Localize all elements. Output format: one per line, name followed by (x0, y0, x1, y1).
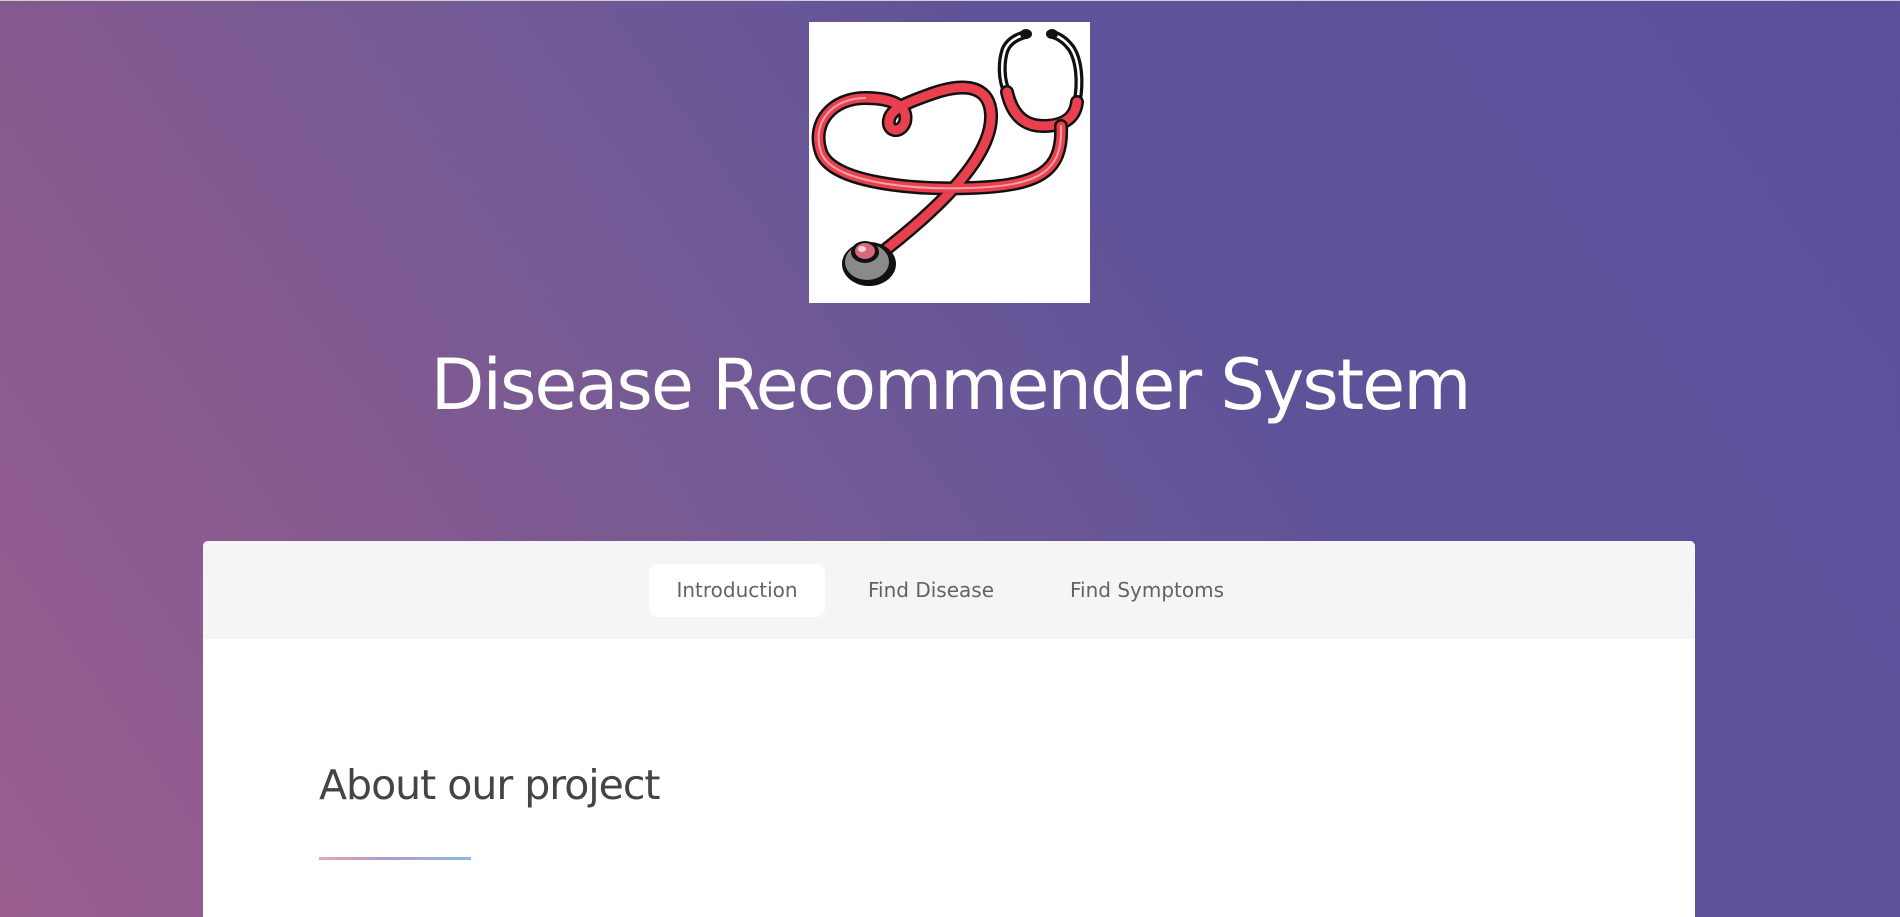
tab-find-disease[interactable]: Find Disease (851, 564, 1011, 617)
site-logo (809, 22, 1090, 303)
tab-introduction[interactable]: Introduction (649, 564, 825, 617)
tab-find-symptoms[interactable]: Find Symptoms (1047, 564, 1247, 617)
tab-bar: Introduction Find Disease Find Symptoms (203, 541, 1695, 639)
heading-underline-divider (319, 857, 471, 860)
page-top-border (0, 0, 1900, 1)
stethoscope-heart-icon (811, 29, 1084, 286)
page-title: Disease Recommender System (430, 344, 1472, 426)
main-card: Introduction Find Disease Find Symptoms … (203, 541, 1695, 917)
section-heading: About our project (319, 761, 661, 809)
